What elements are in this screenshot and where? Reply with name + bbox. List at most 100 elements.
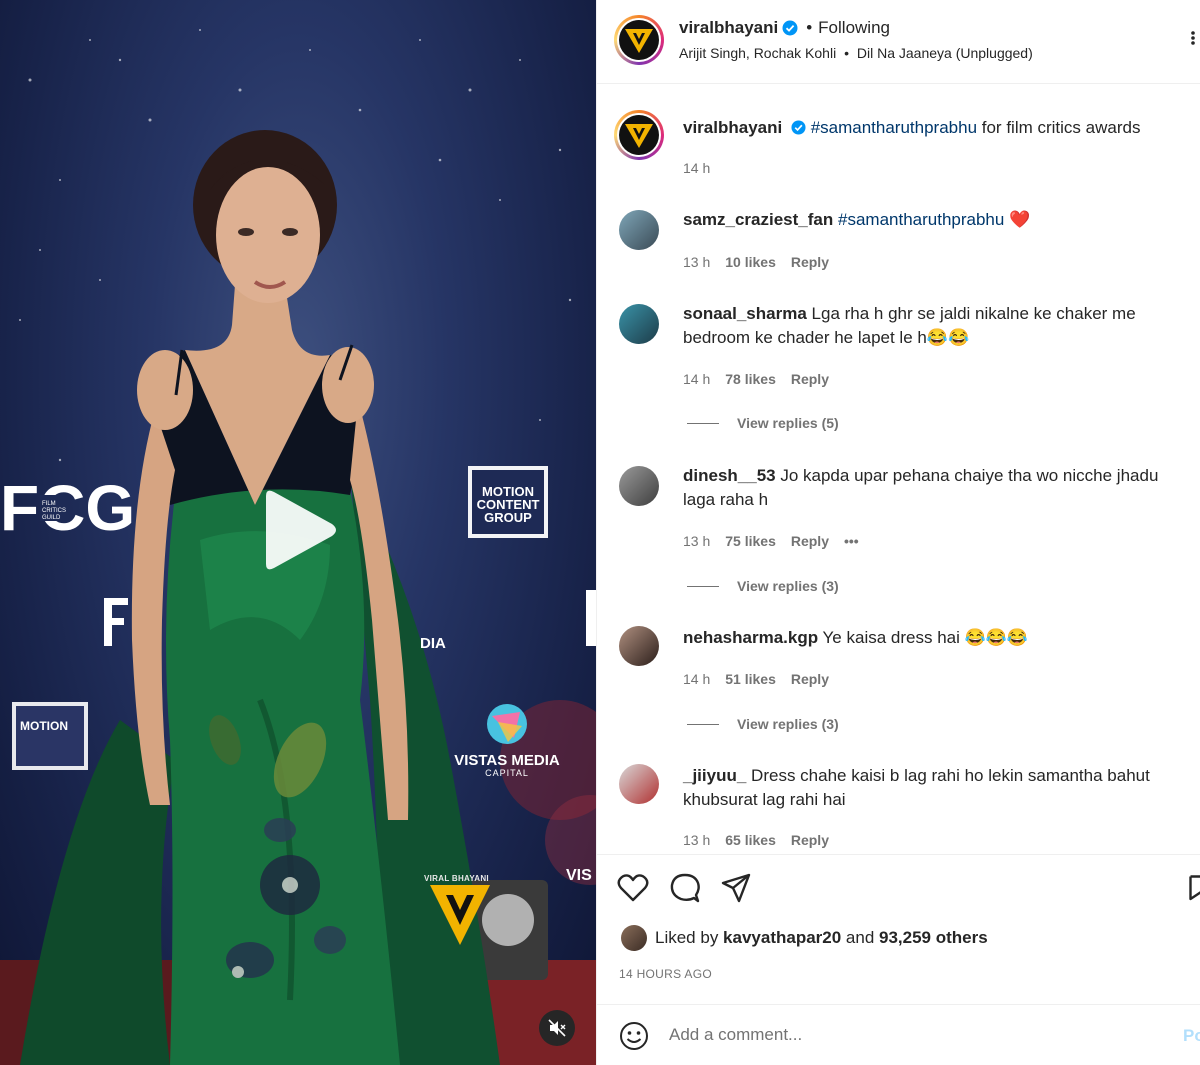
mute-toggle-button[interactable] bbox=[539, 1010, 575, 1046]
video-player[interactable]: FCG FILM CRITICS GUILD MOTION CONTENT GR… bbox=[0, 0, 596, 1065]
caption-username[interactable]: viralbhayani bbox=[683, 118, 782, 137]
audio-attribution[interactable]: Arijit Singh, Rochak Kohli • Dil Na Jaan… bbox=[679, 45, 1033, 61]
watermark-text: VIRAL BHAYANI bbox=[424, 874, 489, 883]
svg-text:GUILD: GUILD bbox=[42, 515, 61, 521]
fcg-small-text: FILM bbox=[42, 501, 56, 507]
smiley-icon bbox=[620, 1022, 648, 1050]
comment-meta: 13 h 65 likes Reply bbox=[683, 832, 829, 848]
verified-badge-icon bbox=[782, 20, 798, 36]
emoji-picker-button[interactable] bbox=[619, 1021, 649, 1056]
reply-button[interactable]: Reply bbox=[791, 671, 829, 687]
comment-meta: 14 h 51 likes Reply bbox=[683, 671, 829, 687]
comment-text: sonaal_sharma Lga rha h ghr se jaldi nik… bbox=[683, 302, 1175, 350]
share-button[interactable] bbox=[721, 873, 751, 908]
comment-text: nehasharma.kgp Ye kaisa dress hai 😂😂😂 bbox=[683, 626, 1175, 650]
bookmark-icon bbox=[1189, 875, 1200, 901]
comment-likes[interactable]: 78 likes bbox=[725, 371, 776, 387]
view-replies-button[interactable]: View replies (3) bbox=[687, 716, 839, 732]
vistas-capital-text: CAPITAL bbox=[485, 768, 529, 778]
view-replies-button[interactable]: View replies (3) bbox=[687, 578, 839, 594]
commenter-username[interactable]: sonaal_sharma bbox=[683, 304, 807, 323]
add-comment-bar: Post bbox=[597, 1004, 1200, 1065]
comment-time: 13 h bbox=[683, 832, 711, 848]
comment-meta: 13 h 10 likes Reply bbox=[683, 254, 829, 270]
share-icon bbox=[721, 873, 751, 903]
caption-author-avatar[interactable] bbox=[614, 110, 664, 160]
commenter-username[interactable]: nehasharma.kgp bbox=[683, 628, 818, 647]
comment-input[interactable] bbox=[669, 1021, 1169, 1049]
comment-time: 14 h bbox=[683, 671, 711, 687]
header-user-line: viralbhayani • Following bbox=[679, 18, 890, 38]
commenter-username[interactable]: samz_craziest_fan bbox=[683, 210, 833, 229]
audio-track: Dil Na Jaaneya (Unplugged) bbox=[856, 45, 1033, 61]
save-button[interactable] bbox=[1189, 875, 1200, 906]
comment-time: 13 h bbox=[683, 254, 711, 270]
comment-hashtag[interactable]: #samantharuthprabhu bbox=[838, 210, 1004, 229]
caption-time: 14 h bbox=[683, 160, 711, 176]
comment-text: samz_craziest_fan #samantharuthprabhu ❤️ bbox=[683, 208, 1175, 232]
view-replies-label: View replies (5) bbox=[737, 415, 839, 431]
vistas-media-text: VISTAS MEDIA bbox=[454, 752, 560, 769]
caption-meta: 14 h bbox=[683, 160, 710, 176]
commenter-avatar[interactable] bbox=[619, 764, 659, 804]
view-replies-label: View replies (3) bbox=[737, 578, 839, 594]
commenter-avatar[interactable] bbox=[619, 466, 659, 506]
comment-options-button[interactable]: ••• bbox=[844, 533, 859, 549]
comment-likes[interactable]: 65 likes bbox=[725, 832, 776, 848]
reply-button[interactable]: Reply bbox=[791, 832, 829, 848]
commenter-avatar[interactable] bbox=[619, 210, 659, 250]
replies-divider-line bbox=[687, 585, 719, 587]
svg-text:CRITICS: CRITICS bbox=[42, 508, 66, 514]
liked-by-others[interactable]: 93,259 others bbox=[879, 928, 988, 948]
more-options-icon bbox=[1191, 31, 1195, 45]
post-header: viralbhayani • Following Arijit Singh, R… bbox=[597, 0, 1200, 84]
caption-text: viralbhayani #samantharuthprabhu for fil… bbox=[683, 116, 1175, 140]
replies-divider-line bbox=[687, 422, 719, 424]
commenter-username[interactable]: _jiiyuu_ bbox=[683, 766, 746, 785]
likes-summary: Liked by kavyathapar20 and 93,259 others bbox=[621, 925, 988, 951]
liker-avatar[interactable] bbox=[621, 925, 647, 951]
commenter-avatar[interactable] bbox=[619, 626, 659, 666]
play-icon bbox=[266, 490, 336, 570]
liked-by-prefix: Liked by bbox=[655, 928, 724, 947]
view-replies-button[interactable]: View replies (5) bbox=[687, 415, 839, 431]
caption-body: for film critics awards bbox=[977, 118, 1141, 137]
commenter-avatar[interactable] bbox=[619, 304, 659, 344]
comment-text: dinesh__53 Jo kapda upar pehana chaiye t… bbox=[683, 464, 1175, 512]
comment-button[interactable] bbox=[669, 873, 701, 908]
comment-time: 13 h bbox=[683, 533, 711, 549]
verified-badge-icon bbox=[791, 120, 806, 135]
post-panel: viralbhayani • Following Arijit Singh, R… bbox=[596, 0, 1200, 1065]
comment-likes[interactable]: 51 likes bbox=[725, 671, 776, 687]
post-comment-button[interactable]: Post bbox=[1183, 1026, 1200, 1046]
reply-button[interactable]: Reply bbox=[791, 254, 829, 270]
more-options-button[interactable] bbox=[1189, 30, 1197, 51]
muted-speaker-icon bbox=[548, 1019, 566, 1037]
comment-body: Ye kaisa dress hai 😂😂😂 bbox=[822, 628, 1029, 647]
comment-emoji: ❤️ bbox=[1009, 210, 1031, 229]
liked-by-user[interactable]: kavyathapar20 bbox=[723, 928, 841, 948]
play-button[interactable] bbox=[258, 488, 338, 572]
viralbhayani-logo-icon bbox=[625, 29, 653, 53]
commenter-username[interactable]: dinesh__53 bbox=[683, 466, 776, 485]
post-timestamp[interactable]: 14 HOURS AGO bbox=[619, 967, 712, 981]
post-actions: Liked by kavyathapar20 and 93,259 others… bbox=[597, 854, 1200, 1004]
reply-button[interactable]: Reply bbox=[791, 371, 829, 387]
vis-text: VIS bbox=[566, 867, 592, 884]
following-button[interactable]: Following bbox=[818, 18, 890, 38]
comment-likes[interactable]: 75 likes bbox=[725, 533, 776, 549]
comments-list[interactable]: viralbhayani #samantharuthprabhu for fil… bbox=[597, 84, 1200, 854]
comment-body: Dress chahe kaisi b lag rahi ho lekin sa… bbox=[683, 766, 1150, 809]
dia-text: DIA bbox=[420, 635, 446, 652]
view-replies-label: View replies (3) bbox=[737, 716, 839, 732]
like-button[interactable] bbox=[617, 873, 649, 908]
audio-artists: Arijit Singh, Rochak Kohli bbox=[679, 45, 837, 61]
comment-text: _jiiyuu_ Dress chahe kaisi b lag rahi ho… bbox=[683, 764, 1175, 812]
comment-meta: 13 h 75 likes Reply ••• bbox=[683, 533, 859, 549]
caption-hashtag[interactable]: #samantharuthprabhu bbox=[811, 118, 977, 137]
author-username[interactable]: viralbhayani bbox=[679, 18, 778, 38]
comment-meta: 14 h 78 likes Reply bbox=[683, 371, 829, 387]
comment-likes[interactable]: 10 likes bbox=[725, 254, 776, 270]
reply-button[interactable]: Reply bbox=[791, 533, 829, 549]
author-avatar[interactable] bbox=[614, 15, 664, 65]
